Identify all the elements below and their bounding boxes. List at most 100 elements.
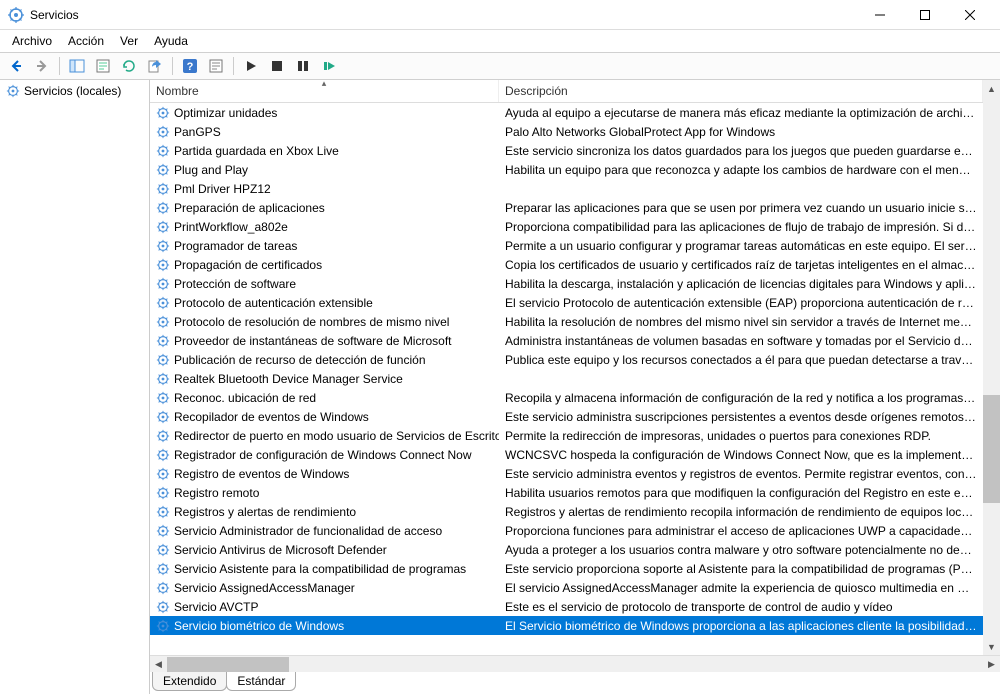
tab-standard[interactable]: Estándar <box>226 672 296 691</box>
gear-icon <box>156 543 170 557</box>
service-row[interactable]: Protocolo de autenticación extensibleEl … <box>150 293 983 312</box>
column-header-row: Nombre ▴ Descripción <box>150 80 983 103</box>
service-description: Preparar las aplicaciones para que se us… <box>499 201 983 215</box>
service-name: PrintWorkflow_a802e <box>174 220 288 234</box>
service-description: El Servicio biométrico de Windows propor… <box>499 619 983 633</box>
close-button[interactable] <box>947 0 992 30</box>
tab-extended[interactable]: Extendido <box>152 672 227 691</box>
show-hide-tree-button[interactable] <box>65 54 89 78</box>
service-row[interactable]: Publicación de recurso de detección de f… <box>150 350 983 369</box>
service-row[interactable]: Redirector de puerto en modo usuario de … <box>150 426 983 445</box>
sort-indicator-icon: ▴ <box>322 80 327 89</box>
service-row[interactable]: Servicio Administrador de funcionalidad … <box>150 521 983 540</box>
service-name: Servicio AssignedAccessManager <box>174 581 355 595</box>
menu-accion[interactable]: Acción <box>60 32 112 50</box>
service-row[interactable]: Plug and PlayHabilita un equipo para que… <box>150 160 983 179</box>
menu-ver[interactable]: Ver <box>112 32 146 50</box>
service-row[interactable]: Protección de softwareHabilita la descar… <box>150 274 983 293</box>
pause-service-button[interactable] <box>291 54 315 78</box>
service-name: Programador de tareas <box>174 239 297 253</box>
tree-node-label: Servicios (locales) <box>24 84 121 98</box>
scroll-right-button[interactable]: ▶ <box>983 657 1000 672</box>
service-row[interactable]: Programador de tareas Permite a un usuari… <box>150 236 983 255</box>
service-description: Ayuda a proteger a los usuarios contra m… <box>499 543 983 557</box>
service-description: Recopila y almacena información de confi… <box>499 391 983 405</box>
service-description: Permite a un usuario configurar y progra… <box>499 239 983 253</box>
service-row[interactable]: PanGPSPalo Alto Networks GlobalProtect A… <box>150 122 983 141</box>
service-row[interactable]: Registros y alertas de rendimientoRegist… <box>150 502 983 521</box>
service-name: Preparación de aplicaciones <box>174 201 325 215</box>
service-description: Este servicio administra suscripciones p… <box>499 410 983 424</box>
service-name: Protocolo de autenticación extensible <box>174 296 373 310</box>
gear-icon <box>156 220 170 234</box>
service-name: Recopilador de eventos de Windows <box>174 410 369 424</box>
gear-icon <box>156 581 170 595</box>
back-button[interactable] <box>4 54 28 78</box>
nav-tree[interactable]: Servicios (locales) <box>0 80 150 694</box>
service-name: Propagación de certificados <box>174 258 322 272</box>
horizontal-scrollbar[interactable]: ◀ ▶ <box>150 655 1000 672</box>
start-service-button[interactable] <box>239 54 263 78</box>
properties2-button[interactable] <box>204 54 228 78</box>
service-row[interactable]: Partida guardada en Xbox LiveEste servic… <box>150 141 983 160</box>
help-button[interactable]: ? <box>178 54 202 78</box>
service-name: Servicio AVCTP <box>174 600 258 614</box>
service-description: Este es el servicio de protocolo de tran… <box>499 600 983 614</box>
gear-icon <box>156 467 170 481</box>
gear-icon <box>156 277 170 291</box>
service-row[interactable]: Protocolo de resolución de nombres de mi… <box>150 312 983 331</box>
window-title: Servicios <box>30 8 79 22</box>
gear-icon <box>156 524 170 538</box>
gear-icon <box>156 182 170 196</box>
service-row[interactable]: Optimizar unidadesAyuda al equipo a ejec… <box>150 103 983 122</box>
service-row[interactable]: Preparación de aplicaciones Preparar las … <box>150 198 983 217</box>
maximize-button[interactable] <box>902 0 947 30</box>
gear-icon <box>156 239 170 253</box>
service-row[interactable]: Servicio AVCTP Este es el servicio de pro… <box>150 597 983 616</box>
column-header-desc[interactable]: Descripción <box>499 80 983 102</box>
service-row[interactable]: Registrador de configuración de Windows … <box>150 445 983 464</box>
scroll-up-button[interactable]: ▲ <box>983 80 1000 97</box>
service-name: Protocolo de resolución de nombres de mi… <box>174 315 449 329</box>
service-description: WCNCSVC hospeda la configuración de Wind… <box>499 448 983 462</box>
service-name: Optimizar unidades <box>174 106 277 120</box>
stop-service-button[interactable] <box>265 54 289 78</box>
menu-archivo[interactable]: Archivo <box>4 32 60 50</box>
properties-button[interactable] <box>91 54 115 78</box>
service-description: Habilita un equipo para que reconozca y … <box>499 163 983 177</box>
titlebar: Servicios <box>0 0 1000 30</box>
service-row[interactable]: Recopilador de eventos de Windows Este se… <box>150 407 983 426</box>
gear-icon <box>156 106 170 120</box>
forward-button[interactable] <box>30 54 54 78</box>
service-row[interactable]: Proveedor de instantáneas de software de… <box>150 331 983 350</box>
services-list[interactable]: Nombre ▴ Descripción Optimizar unidadesA… <box>150 80 983 655</box>
service-row[interactable]: Servicio Antivirus de Microsoft Defender… <box>150 540 983 559</box>
minimize-button[interactable] <box>857 0 902 30</box>
service-row[interactable]: Servicio Asistente para la compatibilida… <box>150 559 983 578</box>
menu-ayuda[interactable]: Ayuda <box>146 32 196 50</box>
column-header-name[interactable]: Nombre ▴ <box>150 80 499 102</box>
export-button[interactable] <box>143 54 167 78</box>
service-row[interactable]: Propagación de certificadosCopia los cer… <box>150 255 983 274</box>
tree-node-services-local[interactable]: Servicios (locales) <box>2 82 147 100</box>
service-row[interactable]: Pml Driver HPZ12 <box>150 179 983 198</box>
service-row[interactable]: Registro de eventos de WindowsEste servi… <box>150 464 983 483</box>
service-name: PanGPS <box>174 125 221 139</box>
service-row[interactable]: Servicio biométrico de WindowsEl Servici… <box>150 616 983 635</box>
scroll-down-button[interactable]: ▼ <box>983 638 1000 655</box>
scroll-left-button[interactable]: ◀ <box>150 657 167 672</box>
service-name: Registros y alertas de rendimiento <box>174 505 356 519</box>
service-row[interactable]: Realtek Bluetooth Device Manager Service <box>150 369 983 388</box>
service-row[interactable]: Servicio AssignedAccessManagerEl servici… <box>150 578 983 597</box>
service-row[interactable]: Registro remotoHabilita usuarios remotos… <box>150 483 983 502</box>
refresh-button[interactable] <box>117 54 141 78</box>
restart-service-button[interactable] <box>317 54 341 78</box>
gear-icon <box>156 258 170 272</box>
service-row[interactable]: Reconoc. ubicación de redRecopila y alma… <box>150 388 983 407</box>
service-row[interactable]: PrintWorkflow_a802eProporciona compatibi… <box>150 217 983 236</box>
gear-icon <box>156 486 170 500</box>
service-name: Redirector de puerto en modo usuario de … <box>174 429 499 443</box>
gear-icon <box>156 201 170 215</box>
vertical-scrollbar[interactable]: ▲ ▼ <box>983 80 1000 655</box>
gear-icon <box>156 600 170 614</box>
